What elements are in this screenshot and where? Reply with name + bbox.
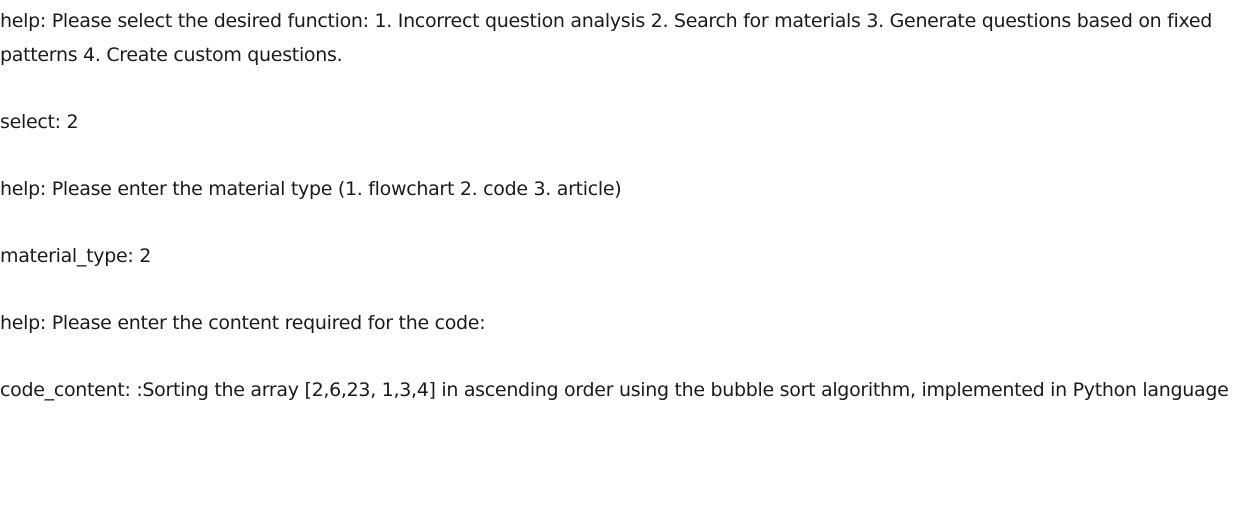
- user-material-type-entry: material_type: 2: [0, 239, 1248, 273]
- message-text: Please enter the content required for th…: [51, 312, 486, 334]
- chat-transcript: help: Please select the desired function…: [0, 0, 1248, 407]
- key-separator: :: [124, 379, 137, 401]
- key-separator: :: [39, 312, 52, 334]
- key-separator: :: [127, 245, 140, 267]
- message-key: help: [0, 178, 40, 200]
- message-text: Please enter the material type (1. flowc…: [51, 178, 622, 200]
- user-code-content-entry: code_content: :Sorting the array [2,6,23…: [0, 373, 1248, 407]
- message-text: 2: [139, 245, 151, 267]
- key-separator: :: [39, 178, 52, 200]
- key-separator: :: [54, 111, 67, 133]
- message-key: select: [0, 111, 55, 133]
- message-text: 2: [66, 111, 79, 133]
- key-separator: :: [39, 10, 52, 32]
- help-message-material-type: help: Please enter the material type (1.…: [0, 172, 1248, 206]
- user-select-entry: select: 2: [0, 105, 1248, 139]
- message-text: :Sorting the array [2,6,23, 1,3,4] in as…: [136, 379, 1229, 401]
- message-key: code_content: [0, 379, 125, 401]
- help-message-code-content: help: Please enter the content required …: [0, 306, 1248, 340]
- help-message-function-menu: help: Please select the desired function…: [0, 4, 1248, 72]
- message-text: Please select the desired function: 1. I…: [0, 10, 1213, 66]
- message-key: help: [0, 10, 40, 32]
- message-key: material_type: [0, 245, 128, 267]
- message-key: help: [0, 312, 40, 334]
